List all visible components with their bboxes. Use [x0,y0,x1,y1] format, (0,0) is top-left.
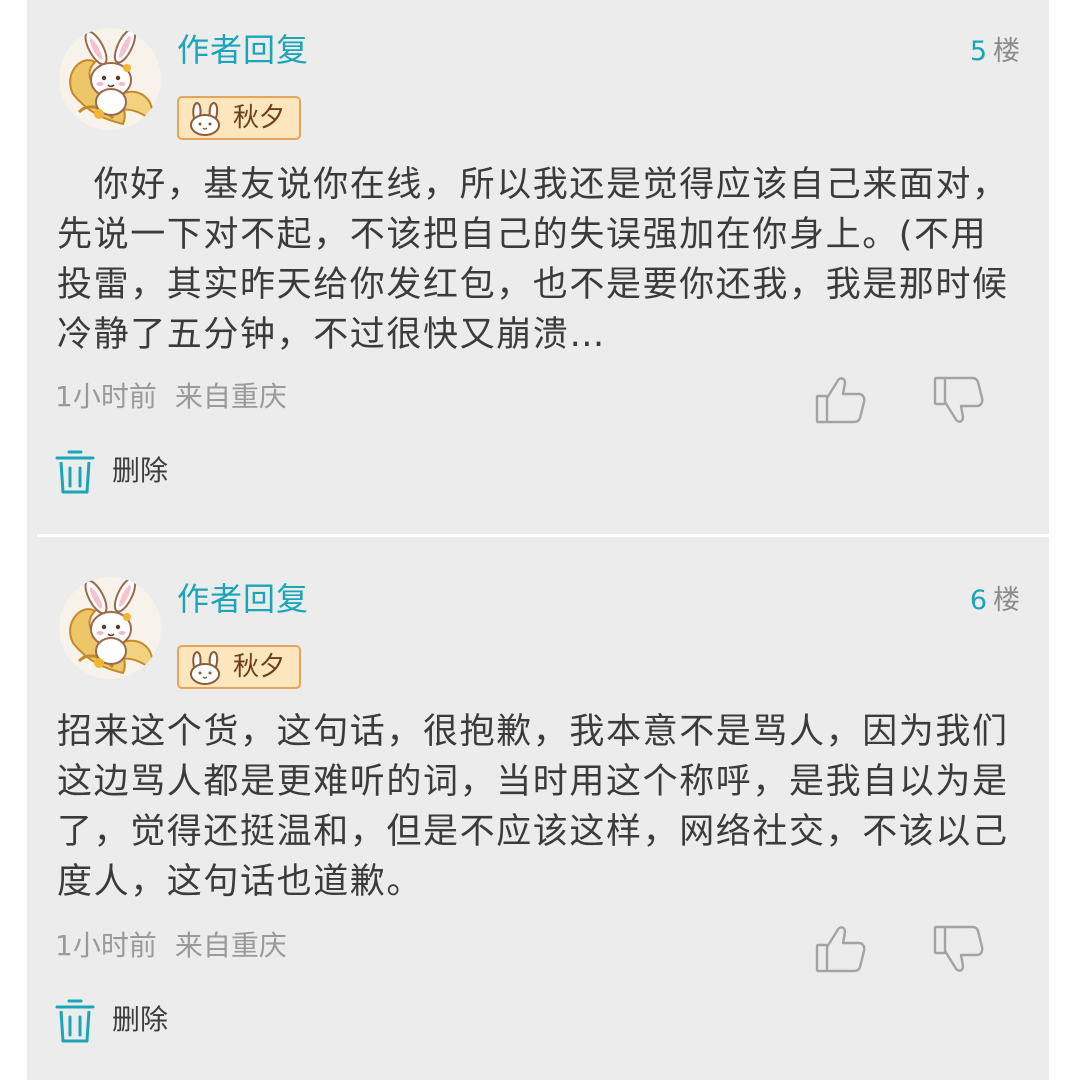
delete-label: 删除 [112,1003,169,1036]
floor-number-value: 5 [969,36,987,67]
delete-label: 删除 [112,454,169,487]
reply-content: 招来这个货，这句话，很抱歉，我本意不是骂人，因为我们这边骂人都是更难听的词，当时… [57,712,1009,902]
floor-unit: 楼 [993,585,1020,616]
author-avatar[interactable] [59,577,161,679]
thumbs-up-icon[interactable] [813,921,869,977]
reply-floor-6: 作者回复 6楼 秋夕 招来这个货，这句话，很抱歉，我本意不是骂人，因为我们这边骂… [27,549,1049,1081]
rabbit-avatar [59,577,161,679]
author-avatar[interactable] [59,28,161,130]
trash-icon [55,450,95,494]
reply-divider [37,534,1049,537]
reply-content: 你好，基友说你在线，所以我还是觉得应该自己来面对，先说一下对不起，不该把自己的失… [57,165,1009,355]
comment-panel: 作者回复 5楼 秋夕 你好，基友说你在线，所以我还是觉得应该自己来面对，先说一下… [27,0,1049,1080]
reply-time: 1小时前 [55,929,157,962]
reply-location: 来自重庆 [174,380,287,413]
rabbit-icon [190,101,220,136]
thumbs-down-icon[interactable] [931,372,987,428]
thumbs-down-icon[interactable] [931,921,987,977]
reply-time: 1小时前 [55,380,157,413]
reply-meta: 1小时前 来自重庆 [55,383,287,411]
rabbit-avatar [59,28,161,130]
thumbs-up-icon[interactable] [813,372,869,428]
trash-icon [55,999,95,1043]
badge-label: 秋夕 [233,652,286,682]
rabbit-icon [190,650,220,685]
fan-badge[interactable]: 秋夕 [177,645,301,689]
badge-label: 秋夕 [233,103,286,133]
fan-badge[interactable]: 秋夕 [177,96,301,140]
author-name[interactable]: 作者回复 [177,34,309,66]
reply-location: 来自重庆 [174,929,287,962]
floor-number-value: 6 [969,585,987,616]
reply-meta: 1小时前 来自重庆 [55,932,287,960]
floor-unit: 楼 [993,36,1020,67]
author-name[interactable]: 作者回复 [177,583,309,615]
floor-number: 5楼 [970,38,1020,65]
floor-number: 6楼 [970,587,1020,614]
reply-floor-5: 作者回复 5楼 秋夕 你好，基友说你在线，所以我还是觉得应该自己来面对，先说一下… [27,0,1049,532]
